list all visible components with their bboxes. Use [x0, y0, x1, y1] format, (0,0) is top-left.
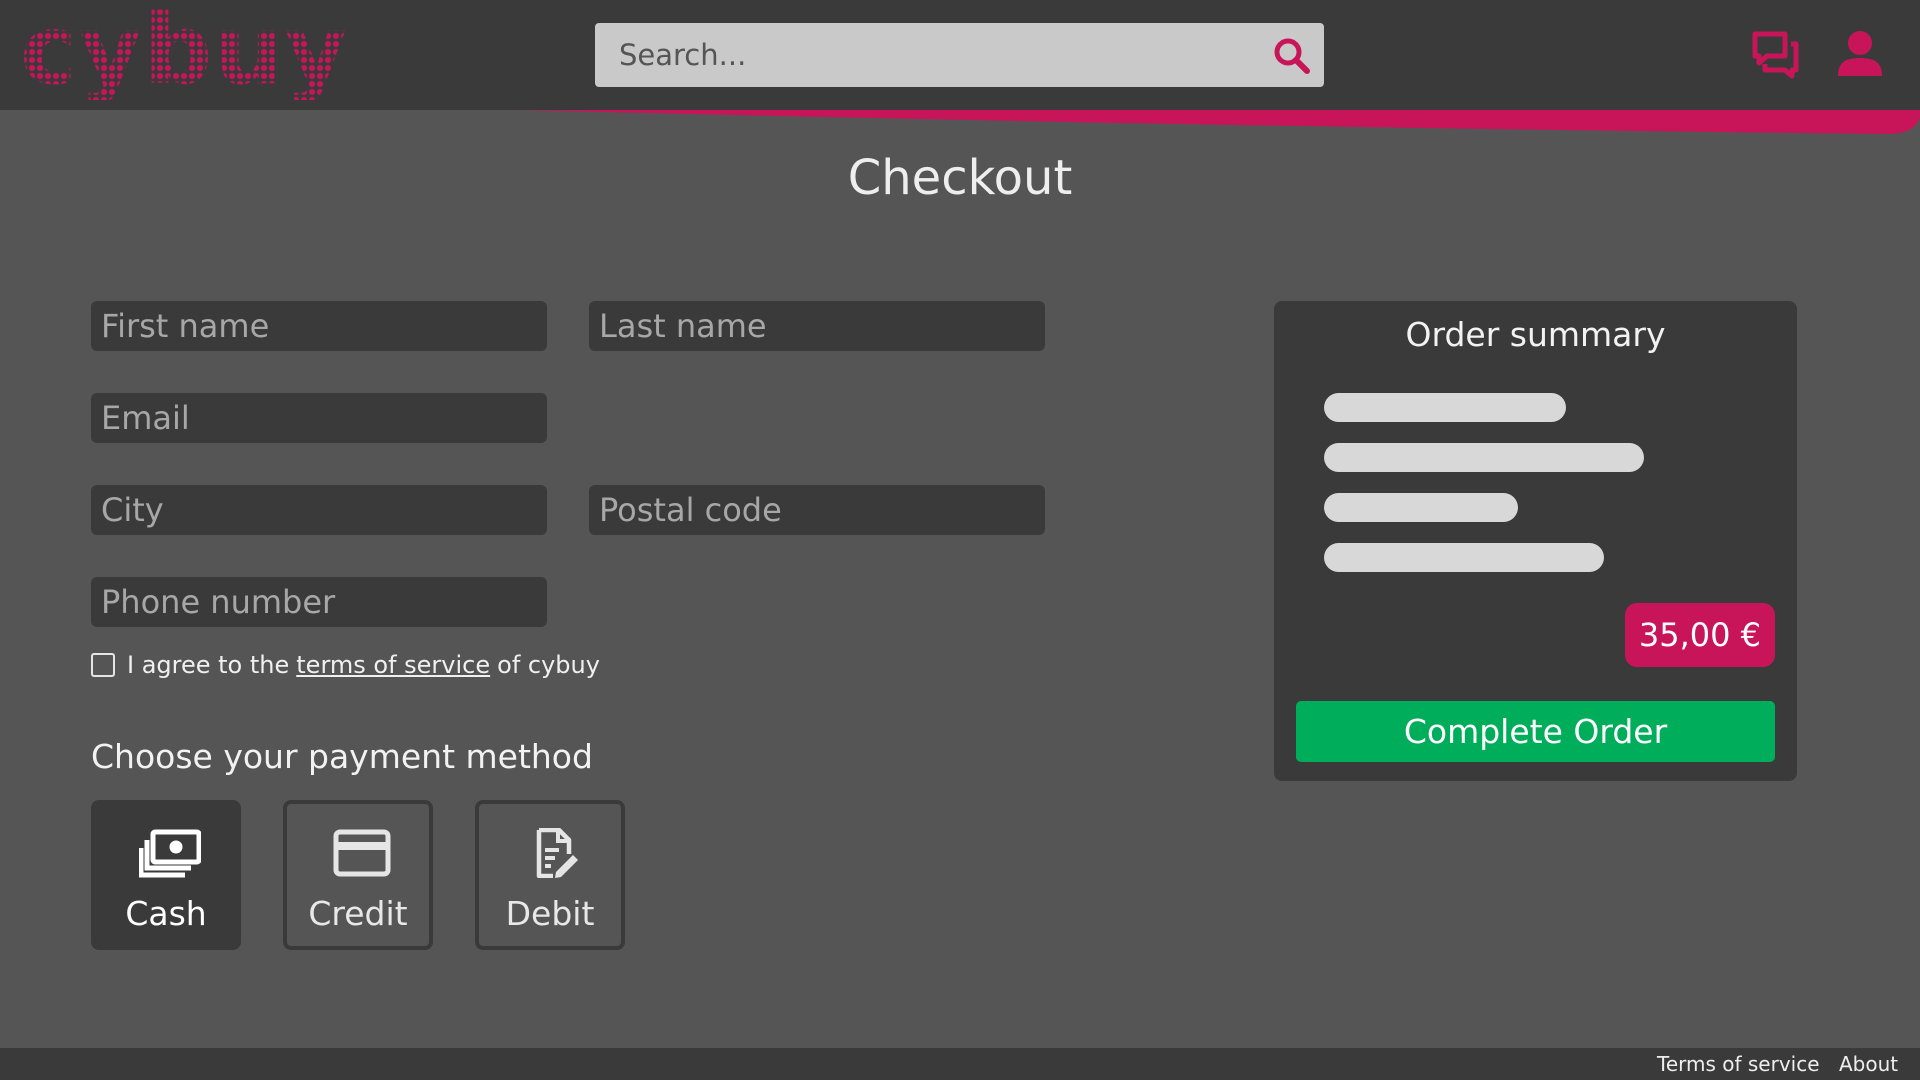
search-icon[interactable] [1273, 37, 1311, 75]
payment-label: Cash [125, 894, 207, 933]
footer-about-link[interactable]: About [1839, 1052, 1898, 1076]
summary-line-placeholder [1324, 443, 1644, 472]
summary-line-placeholder [1324, 543, 1604, 572]
user-icon[interactable] [1836, 30, 1884, 78]
city-field[interactable] [91, 485, 547, 535]
search-bar [595, 23, 1324, 87]
payment-method-heading: Choose your payment method [91, 737, 593, 776]
phone-number-field[interactable] [91, 577, 547, 627]
email-field[interactable] [91, 393, 547, 443]
postal-code-field[interactable] [589, 485, 1045, 535]
agree-suffix-text: of cybuy [497, 651, 600, 679]
agree-prefix-text: I agree to the [127, 651, 290, 679]
header-accent-stripe [520, 110, 1920, 134]
terms-checkbox[interactable] [91, 653, 115, 677]
search-input[interactable] [595, 23, 1255, 87]
summary-line-placeholder [1324, 393, 1566, 422]
payment-label: Credit [308, 894, 408, 933]
complete-order-button[interactable]: Complete Order [1296, 701, 1775, 762]
credit-card-icon [333, 829, 391, 877]
footer: Terms of service About [0, 1048, 1920, 1080]
payment-option-debit[interactable]: Debit [475, 800, 625, 950]
cash-icon [139, 829, 201, 878]
first-name-field[interactable] [91, 301, 547, 351]
debit-document-icon [536, 828, 578, 878]
order-total-badge: 35,00 € [1624, 603, 1775, 667]
terms-of-service-link[interactable]: terms of service [296, 651, 490, 679]
summary-line-placeholder [1324, 493, 1518, 522]
terms-agreement: I agree to the terms of service of cybuy [91, 650, 600, 680]
page-title: Checkout [847, 150, 1073, 206]
payment-label: Debit [505, 894, 595, 933]
order-summary-panel: Order summary 35,00 € Complete Order [1274, 301, 1797, 781]
order-summary-title: Order summary [1405, 315, 1666, 354]
cybuy-logo[interactable]: cybuy [20, 0, 349, 100]
payment-option-credit[interactable]: Credit [283, 800, 433, 950]
last-name-field[interactable] [589, 301, 1045, 351]
top-bar: cybuy [0, 0, 1920, 110]
footer-terms-link[interactable]: Terms of service [1657, 1052, 1820, 1076]
chat-icon[interactable] [1751, 30, 1799, 82]
payment-option-cash[interactable]: Cash [91, 800, 241, 950]
